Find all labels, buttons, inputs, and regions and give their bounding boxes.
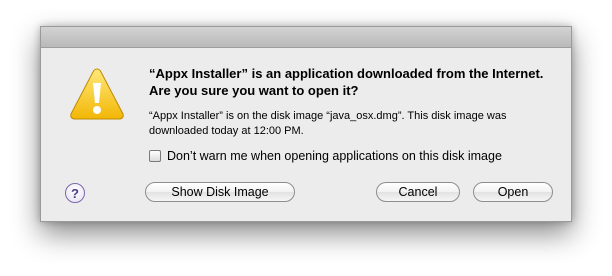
warning-triangle-icon <box>70 68 124 120</box>
open-button[interactable]: Open <box>473 182 553 202</box>
help-button[interactable]: ? <box>65 183 85 203</box>
cancel-button[interactable]: Cancel <box>376 182 460 202</box>
show-disk-image-button[interactable]: Show Disk Image <box>145 182 295 202</box>
dialog-titlebar[interactable] <box>41 27 571 48</box>
dont-warn-checkbox-label[interactable]: Don’t warn me when opening applications … <box>167 149 502 163</box>
dialog-info-text: “Appx Installer” is on the disk image “j… <box>149 110 507 137</box>
dont-warn-checkbox-row[interactable]: Don’t warn me when opening applications … <box>149 148 502 164</box>
dont-warn-checkbox[interactable] <box>149 150 161 162</box>
dialog-title: “Appx Installer” is an application downl… <box>149 66 544 98</box>
security-warning-dialog: “Appx Installer” is an application downl… <box>40 26 572 222</box>
